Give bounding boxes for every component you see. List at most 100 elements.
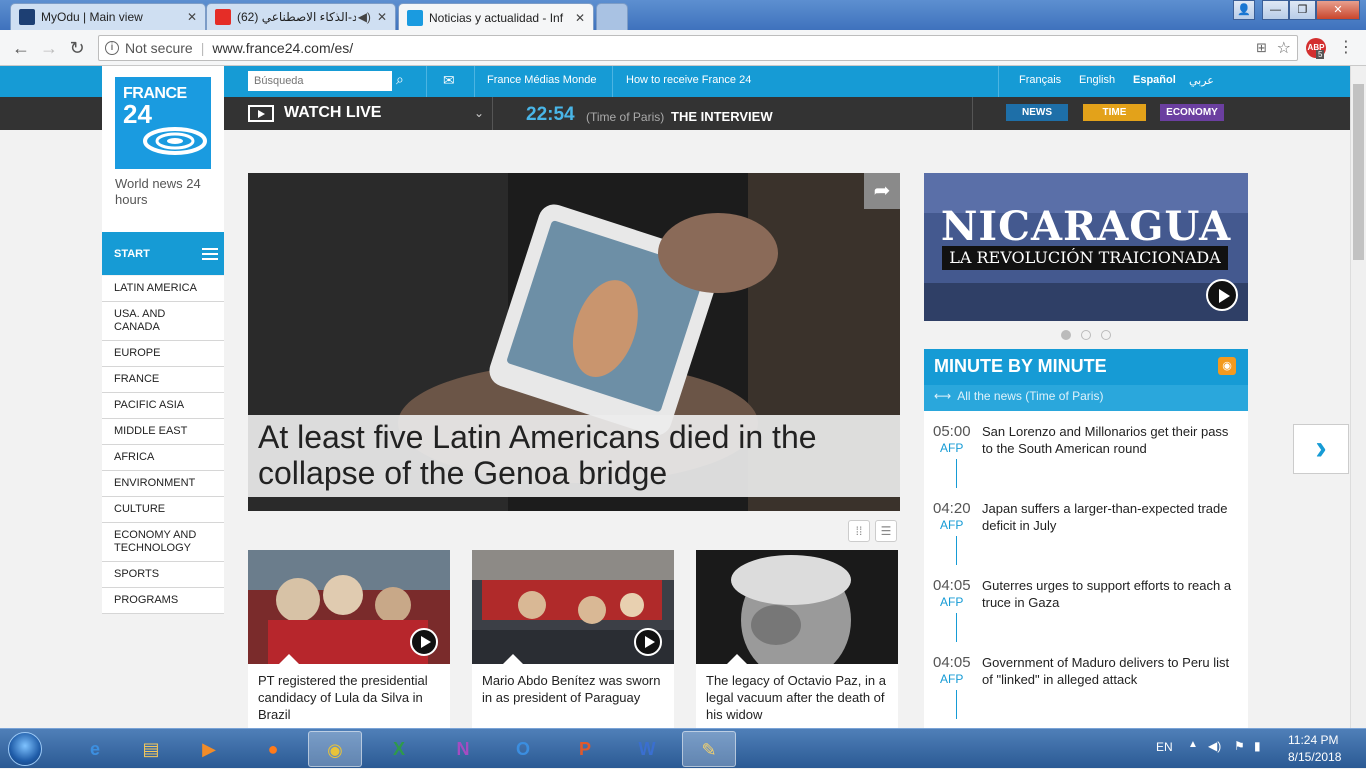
search-input[interactable] xyxy=(248,71,392,91)
menu-icon[interactable]: ⋮ xyxy=(1336,38,1356,58)
windows-taskbar: e ▤ ▶ ● ◉ X N O P W ✎ EN ▲ ◀) ⚑ ▮ 11:24 … xyxy=(0,728,1366,768)
nav-africa[interactable]: AFRICA xyxy=(102,445,224,471)
paint-icon[interactable]: ✎ xyxy=(682,731,736,767)
tab-myodu[interactable]: MyOdu | Main view ✕ xyxy=(10,3,206,30)
language-indicator[interactable]: EN xyxy=(1156,740,1173,754)
share-icon[interactable]: ➦ xyxy=(864,173,900,209)
close-tab-icon[interactable]: ✕ xyxy=(377,10,387,24)
pill-time[interactable]: TIME xyxy=(1083,104,1146,121)
lang-english[interactable]: English xyxy=(1079,74,1115,86)
link-how-to-receive[interactable]: How to receive France 24 xyxy=(626,74,751,86)
volume-icon[interactable]: ◀) xyxy=(1208,739,1221,753)
translate-icon[interactable]: ⊞ xyxy=(1256,40,1267,56)
nav-economy-technology[interactable]: ECONOMY AND TECHNOLOGY xyxy=(102,523,224,562)
nav-latin-america[interactable]: LATIN AMERICA xyxy=(102,276,224,302)
pill-news[interactable]: NEWS xyxy=(1006,104,1068,121)
nav-programs[interactable]: PROGRAMS xyxy=(102,588,224,614)
video-play-icon[interactable] xyxy=(634,628,662,656)
tab-france24[interactable]: Noticias y actualidad - Inf ✕ xyxy=(398,3,594,31)
excel-icon[interactable]: X xyxy=(372,731,426,767)
expand-chevron-icon[interactable]: ⌄ xyxy=(474,106,484,120)
close-tab-icon[interactable]: ✕ xyxy=(187,10,197,24)
article-card-paraguay[interactable]: Mario Abdo Benítez was sworn in as presi… xyxy=(472,550,674,728)
card-notch xyxy=(502,654,524,665)
page-scrollbar[interactable] xyxy=(1350,66,1366,728)
grid-view-icon[interactable]: ⁞⁞ xyxy=(848,520,870,542)
mail-icon[interactable]: ✉ xyxy=(443,72,455,89)
youtube-favicon-icon xyxy=(215,9,231,25)
next-arrow-icon[interactable]: › xyxy=(1293,424,1349,474)
tab-youtube[interactable]: (62) الحصاد-الذكاء الاصطناعي ◀) ✕ xyxy=(206,3,396,30)
address-bar[interactable]: i Not secure | www.france24.com/es/ ⊞ ☆ xyxy=(98,35,1298,61)
carousel-dot-2[interactable] xyxy=(1081,330,1091,340)
list-item[interactable]: 05:00 AFP San Lorenzo and Millonarios ge… xyxy=(924,411,1248,488)
carousel-dot-1[interactable] xyxy=(1061,330,1071,340)
list-view-icon[interactable]: ☰ xyxy=(875,520,897,542)
new-tab-button[interactable] xyxy=(596,3,628,30)
item-headline: Guterres urges to support efforts to rea… xyxy=(982,578,1232,610)
flag-icon[interactable]: ⚑ xyxy=(1234,739,1245,753)
reload-icon[interactable]: ↻ xyxy=(66,37,88,59)
nav-environment[interactable]: ENVIRONMENT xyxy=(102,471,224,497)
close-tab-icon[interactable]: ✕ xyxy=(575,11,585,25)
france24-logo[interactable]: FRANCE 24 World news 24 hours xyxy=(102,66,224,232)
word-icon[interactable]: W xyxy=(620,731,674,767)
nav-france[interactable]: FRANCE xyxy=(102,367,224,393)
scrollbar-thumb[interactable] xyxy=(1353,84,1364,260)
hero-headline: At least five Latin Americans died in th… xyxy=(258,419,817,491)
internet-explorer-icon[interactable]: e xyxy=(68,731,122,767)
video-play-icon[interactable] xyxy=(1206,279,1238,311)
lang-spanish[interactable]: Español xyxy=(1133,74,1176,86)
tray-expand-icon[interactable]: ▲ xyxy=(1188,739,1198,750)
nicaragua-banner[interactable]: NICARAGUA LA REVOLUCIÓN TRAICIONADA xyxy=(924,173,1248,321)
back-icon[interactable]: ← xyxy=(10,37,32,59)
nav-sports[interactable]: SPORTS xyxy=(102,562,224,588)
nav-europe[interactable]: EUROPE xyxy=(102,341,224,367)
video-play-icon[interactable] xyxy=(410,628,438,656)
nav-pacific-asia[interactable]: PACIFIC ASIA xyxy=(102,393,224,419)
carousel-dot-3[interactable] xyxy=(1101,330,1111,340)
rss-icon[interactable]: ◉ xyxy=(1218,357,1236,375)
nav-culture[interactable]: CULTURE xyxy=(102,497,224,523)
bookmark-star-icon[interactable]: ☆ xyxy=(1277,38,1291,58)
article-card-octavio-paz[interactable]: The legacy of Octavio Paz, in a legal va… xyxy=(696,550,898,728)
clock-date[interactable]: 8/15/2018 xyxy=(1288,750,1341,764)
lang-french[interactable]: Français xyxy=(1019,74,1061,86)
all-news-link[interactable]: ⟷ All the news (Time of Paris) xyxy=(924,385,1248,411)
nav-usa-canada[interactable]: USA. AND CANADA xyxy=(102,302,224,341)
info-icon[interactable]: i xyxy=(105,41,119,55)
list-item[interactable]: 04:05 AFP Guterres urges to support effo… xyxy=(924,565,1248,642)
hero-article[interactable]: ➦ At least five Latin Americans died in … xyxy=(248,173,900,511)
system-tray: EN ▲ ◀) ⚑ ▮ 11:24 PM 8/15/2018 xyxy=(1150,729,1366,769)
close-window-button[interactable]: ✕ xyxy=(1316,0,1360,20)
clock-time[interactable]: 11:24 PM xyxy=(1288,733,1338,747)
firefox-icon[interactable]: ● xyxy=(246,731,300,767)
article-card-lula[interactable]: PT registered the presidential candidacy… xyxy=(248,550,450,728)
pill-economy[interactable]: ECONOMY xyxy=(1160,104,1224,121)
forward-icon[interactable]: → xyxy=(38,37,60,59)
list-item[interactable]: 04:05 AFP Government of Maduro delivers … xyxy=(924,642,1248,719)
hero-caption[interactable]: At least five Latin Americans died in th… xyxy=(248,415,900,497)
lang-arabic[interactable]: عربي xyxy=(1189,74,1214,87)
network-icon[interactable]: ▮ xyxy=(1254,739,1261,753)
watch-live-button[interactable]: WATCH LIVE xyxy=(248,104,381,122)
profile-icon[interactable]: 👤 xyxy=(1233,0,1255,20)
file-explorer-icon[interactable]: ▤ xyxy=(124,731,178,767)
tv-icon xyxy=(248,104,274,122)
maximize-button[interactable]: ❐ xyxy=(1289,0,1316,20)
windows-start-button[interactable] xyxy=(8,732,42,766)
item-time: 04:20 xyxy=(933,500,971,517)
chrome-icon[interactable]: ◉ xyxy=(308,731,362,767)
powerpoint-icon[interactable]: P xyxy=(558,731,612,767)
nav-middle-east[interactable]: MIDDLE EAST xyxy=(102,419,224,445)
onenote-icon[interactable]: N xyxy=(436,731,490,767)
outlook-icon[interactable]: O xyxy=(496,731,550,767)
search-icon[interactable]: ⌕ xyxy=(396,71,404,88)
link-france-medias-monde[interactable]: France Médias Monde xyxy=(487,74,596,86)
speaker-icon[interactable]: ◀) xyxy=(358,10,371,24)
minimize-button[interactable]: — xyxy=(1262,0,1289,20)
start-menu-button[interactable]: START xyxy=(102,232,224,275)
minute-list: 05:00 AFP San Lorenzo and Millonarios ge… xyxy=(924,411,1248,728)
media-player-icon[interactable]: ▶ xyxy=(182,731,236,767)
list-item[interactable]: 04:20 AFP Japan suffers a larger-than-ex… xyxy=(924,488,1248,565)
